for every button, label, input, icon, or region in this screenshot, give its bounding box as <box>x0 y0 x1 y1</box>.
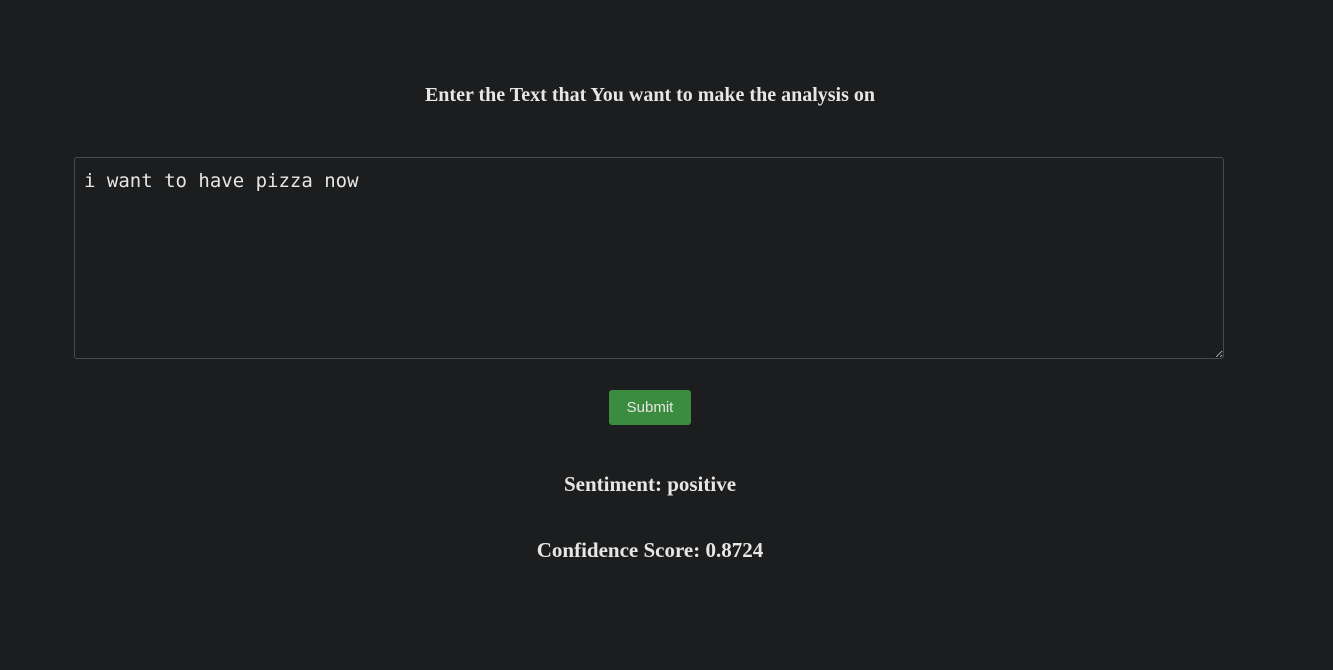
confidence-score: Confidence Score: 0.8724 <box>536 538 764 562</box>
page-title: Enter the Text that You want to make the… <box>424 84 876 106</box>
submit-button[interactable]: Submit <box>609 390 691 425</box>
sentiment-result: Sentiment: positive <box>563 472 737 496</box>
text-input[interactable] <box>74 157 1224 359</box>
